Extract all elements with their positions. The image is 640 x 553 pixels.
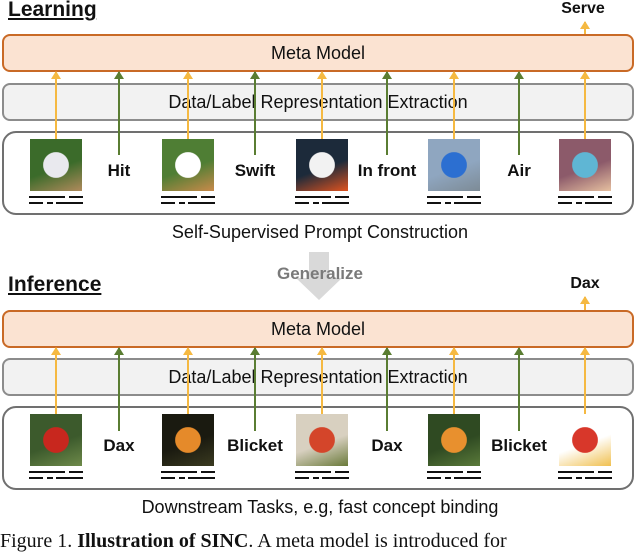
arrow-head-icon [317,347,327,355]
red-apple-tree-image [30,414,82,466]
output-arrow [580,21,590,34]
arrow-head-icon [449,71,459,79]
data-arrow [317,71,327,139]
concept-word-label: Swift [234,161,276,180]
learning-extraction-box: Data/Label Representation Extraction [2,83,634,121]
label-arrow [514,71,524,155]
arrow-head-icon [382,347,392,355]
caption-placeholder-lines [295,471,349,481]
running-dog-image [162,139,214,191]
apple-branch-image [296,414,348,466]
single-apple-image [559,414,611,466]
arrow-head-icon [580,71,590,79]
data-arrow [317,347,327,414]
caption-placeholder-lines [558,196,612,206]
figure-caption-rest: . A meta model is introduced for [248,530,507,552]
baseball-batter-image [30,139,82,191]
learning-prompt-caption: Self-Supervised Prompt Construction [171,222,469,242]
tennis-player-image [559,139,611,191]
figure-caption-bold: Illustration of SINC [77,530,249,552]
arrow-head-icon [250,71,260,79]
caption-placeholder-lines [427,196,481,206]
orange-fruit-image [162,414,214,466]
inference-section-title: Inference [8,273,102,296]
inference-prompt-caption: Downstream Tasks, e.g, fast concept bind… [141,497,499,517]
arrow-head-icon [449,347,459,355]
arrow-head-icon [51,347,61,355]
output-arrow [580,296,590,310]
data-arrow [51,71,61,139]
data-arrow [449,347,459,414]
concept-word-label: Dax [103,436,135,455]
learning-output-label: Serve [561,0,605,17]
label-arrow [514,347,524,431]
learning-section-title: Learning [8,0,97,21]
caption-placeholder-lines [29,196,83,206]
concept-word-label: Hit [107,161,131,180]
orange-tree-image [428,414,480,466]
caption-placeholder-lines [161,196,215,206]
arrow-head-icon [114,347,124,355]
figure-caption: Figure 1. Illustration of SINC. A meta m… [0,530,507,553]
data-arrow [183,71,193,139]
data-arrow [449,71,459,139]
arrow-head-icon [580,296,590,304]
label-arrow [250,347,260,431]
caption-placeholder-lines [558,471,612,481]
label-arrow [250,71,260,155]
label-arrow [382,347,392,431]
dog-and-parrot-image [296,139,348,191]
inference-output-label: Dax [570,275,600,292]
concept-word-label: Dax [371,436,403,455]
learning-extraction-label: Data/Label Representation Extraction [168,91,468,112]
figure-caption-prefix: Figure 1. [0,530,78,552]
learning-meta-model-box: Meta Model [2,34,634,72]
label-arrow [382,71,392,155]
inference-meta-model-label: Meta Model [270,318,366,339]
data-arrow [51,347,61,414]
arrow-head-icon [382,71,392,79]
arrow-head-icon [114,71,124,79]
snowboarder-image [428,139,480,191]
arrow-head-icon [580,21,590,29]
arrow-head-icon [250,347,260,355]
arrow-head-icon [514,347,524,355]
data-arrow [183,347,193,414]
generalize-label: Generalize [277,264,363,283]
data-arrow [580,71,590,139]
caption-placeholder-lines [29,471,83,481]
concept-word-label: Air [507,161,531,180]
data-arrow [580,347,590,414]
arrow-head-icon [51,71,61,79]
concept-word-label: Blicket [491,436,547,455]
arrow-head-icon [514,71,524,79]
concept-word-label: In front [357,161,417,180]
concept-word-label: Blicket [227,436,283,455]
arrow-head-icon [183,347,193,355]
caption-placeholder-lines [427,471,481,481]
caption-placeholder-lines [295,196,349,206]
inference-extraction-label: Data/Label Representation Extraction [168,366,468,387]
arrow-head-icon [183,71,193,79]
inference-meta-model-box: Meta Model [2,310,634,348]
inference-extraction-box: Data/Label Representation Extraction [2,358,634,396]
label-arrow [114,347,124,431]
label-arrow [114,71,124,155]
caption-placeholder-lines [161,471,215,481]
arrow-head-icon [317,71,327,79]
arrow-head-icon [580,347,590,355]
learning-meta-model-label: Meta Model [270,42,366,63]
